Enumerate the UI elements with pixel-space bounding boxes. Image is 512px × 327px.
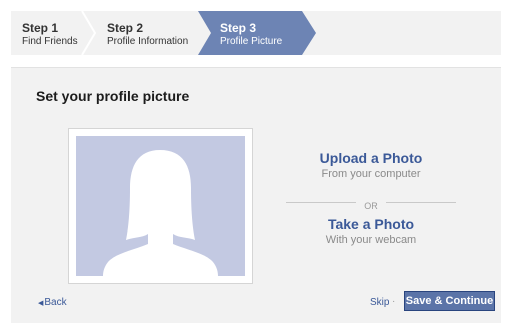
skip-link[interactable]: Skip [370,297,389,308]
step-title: Step 3 [220,21,257,35]
page-title: Set your profile picture [36,88,190,104]
or-label: OR [364,201,378,211]
person-silhouette-icon [103,150,218,276]
profile-photo-placeholder [68,128,253,284]
profile-picture-panel: Set your profile picture Upload a Photo … [11,67,501,323]
take-photo-link[interactable]: Take a Photo [281,216,461,232]
photo-options: Upload a Photo From your computer OR Tak… [281,150,461,246]
upload-photo-subtitle: From your computer [321,168,421,180]
take-photo-subtitle: With your webcam [325,234,417,246]
upload-photo-link[interactable]: Upload a Photo [281,150,461,166]
left-triangle-icon: ◀ [38,300,44,307]
step-subtitle: Profile Information [107,36,189,47]
step-separator-chevron [81,11,97,55]
footer-separator: · [392,296,396,307]
back-label: Back [44,297,67,308]
step-profile-picture[interactable]: Step 3 Profile Picture [198,11,316,55]
step-profile-information[interactable]: Step 2 Profile Information [96,11,212,55]
step-subtitle: Profile Picture [220,36,283,47]
step-subtitle: Find Friends [22,36,78,47]
default-avatar-silhouette [76,136,245,276]
or-divider: OR [281,196,461,211]
signup-stepper: Step 1 Find Friends Step 2 Profile Infor… [11,11,501,55]
divider-line [386,202,456,203]
step-title: Step 2 [107,21,144,35]
back-link[interactable]: ◀Back [38,297,67,308]
save-continue-button[interactable]: Save & Continue [404,291,495,311]
step-find-friends[interactable]: Step 1 Find Friends [11,11,97,55]
active-step-arrow [198,11,316,55]
divider-line [286,202,356,203]
step-title: Step 1 [22,21,59,35]
